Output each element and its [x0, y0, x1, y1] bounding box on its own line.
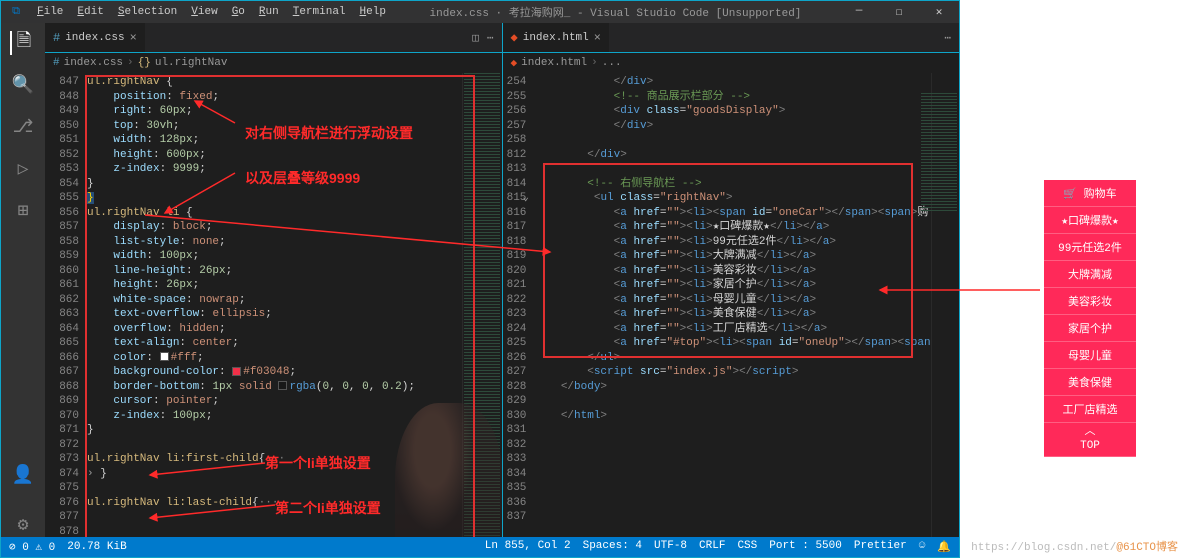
menu-selection[interactable]: Selection: [112, 4, 183, 20]
editor-actions[interactable]: ⋯: [936, 23, 959, 52]
search-icon[interactable]: 🔍: [11, 73, 35, 97]
code-lines[interactable]: </div> <!-- 商品展示栏部分 --> <div class="good…: [534, 73, 930, 537]
feedback-icon[interactable]: ☺: [919, 540, 926, 554]
window-controls[interactable]: — ☐ ✕: [839, 5, 959, 19]
tab-bar-left[interactable]: # index.css × ◫⋯: [45, 23, 502, 53]
menu-terminal[interactable]: Terminal: [287, 4, 352, 20]
nav-item[interactable]: ★口碑爆款★: [1044, 207, 1136, 234]
tab-bar-right[interactable]: ◆ index.html × ⋯: [503, 23, 960, 53]
tab-close-icon[interactable]: ×: [130, 31, 137, 45]
html-file-icon: ◆: [511, 30, 518, 45]
activity-bar[interactable]: 🗎 🔍 ⎇ ▷ ⊞ 👤 ⚙: [1, 23, 45, 537]
editor-actions[interactable]: ◫⋯: [464, 23, 501, 52]
tab-close-icon[interactable]: ×: [594, 31, 601, 45]
status-spaces[interactable]: Spaces: 4: [583, 540, 642, 554]
breadcrumb-symbol[interactable]: ...: [602, 57, 622, 69]
source-control-icon[interactable]: ⎇: [11, 115, 35, 139]
explorer-icon[interactable]: 🗎: [10, 31, 34, 55]
breadcrumb-file[interactable]: index.html: [521, 57, 587, 69]
watermark: https://blog.csdn.net/@61CTO博客: [971, 538, 1178, 554]
breadcrumb-left[interactable]: # index.css › {} ul.rightNav: [45, 53, 502, 73]
split-icon[interactable]: ◫: [472, 31, 479, 45]
code-editor-right[interactable]: 254 255 256 257 258 812 813 814 815 816 …: [503, 73, 960, 537]
status-language[interactable]: CSS: [737, 540, 757, 554]
menu-go[interactable]: Go: [226, 4, 251, 20]
editor-pane-left: # index.css × ◫⋯ # index.css › {} ul.rig…: [45, 23, 503, 537]
extensions-icon[interactable]: ⊞: [11, 199, 35, 223]
nav-item[interactable]: 工厂店精选: [1044, 396, 1136, 423]
status-encoding[interactable]: UTF-8: [654, 540, 687, 554]
line-numbers: 254 255 256 257 258 812 813 814 815 816 …: [503, 73, 535, 537]
html-file-icon: ◆: [511, 56, 518, 70]
nav-item[interactable]: 美食保健: [1044, 369, 1136, 396]
editor-pane-right: ◆ index.html × ⋯ ◆ index.html › ... 254 …: [503, 23, 960, 537]
title-bar: ⧉ FileEditSelectionViewGoRunTerminalHelp…: [1, 1, 959, 23]
nav-item[interactable]: 母婴儿童: [1044, 342, 1136, 369]
nav-item[interactable]: 🛒 购物车: [1044, 180, 1136, 207]
bell-icon[interactable]: 🔔: [937, 540, 951, 554]
minimize-icon[interactable]: —: [839, 5, 879, 19]
nav-item[interactable]: 美容彩妆: [1044, 288, 1136, 315]
status-filesize: 20.78 KiB: [67, 541, 126, 553]
vscode-window: ⧉ FileEditSelectionViewGoRunTerminalHelp…: [0, 0, 960, 558]
menu-edit[interactable]: Edit: [71, 4, 109, 20]
nav-item[interactable]: 99元任选2件: [1044, 234, 1136, 261]
editor-area: # index.css × ◫⋯ # index.css › {} ul.rig…: [45, 23, 959, 537]
css-file-icon: #: [53, 31, 60, 45]
menu-view[interactable]: View: [185, 4, 223, 20]
status-eol[interactable]: CRLF: [699, 540, 725, 554]
nav-item-top[interactable]: ︿TOP: [1044, 423, 1136, 457]
right-nav-preview: 🛒 购物车★口碑爆款★99元任选2件大牌满减美容彩妆家居个护母婴儿童美食保健工厂…: [1044, 180, 1136, 457]
status-problems[interactable]: ⊘ 0 ⚠ 0: [9, 540, 55, 554]
status-prettier[interactable]: Prettier: [854, 540, 907, 554]
tab-label: index.html: [523, 32, 589, 44]
account-icon[interactable]: 👤: [11, 463, 35, 487]
code-lines[interactable]: ul.rightNav { position: fixed; right: 60…: [87, 73, 462, 537]
status-cursor[interactable]: Ln 855, Col 2: [485, 540, 571, 554]
tab-index-css[interactable]: # index.css ×: [45, 23, 146, 52]
minimap[interactable]: [931, 73, 959, 537]
more-icon[interactable]: ⋯: [944, 31, 951, 45]
breadcrumb-file[interactable]: index.css: [64, 57, 123, 69]
debug-icon[interactable]: ▷: [11, 157, 35, 181]
settings-gear-icon[interactable]: ⚙: [11, 513, 35, 537]
menu-bar[interactable]: FileEditSelectionViewGoRunTerminalHelp: [31, 4, 392, 20]
status-port[interactable]: Port : 5500: [769, 540, 842, 554]
css-file-icon: #: [53, 57, 60, 69]
tab-label: index.css: [65, 32, 124, 44]
tab-index-html[interactable]: ◆ index.html ×: [503, 23, 610, 52]
bracket-icon: {}: [138, 57, 151, 69]
breadcrumb-symbol[interactable]: ul.rightNav: [155, 57, 228, 69]
nav-item[interactable]: 家居个护: [1044, 315, 1136, 342]
status-bar[interactable]: ⊘ 0 ⚠ 0 20.78 KiB Ln 855, Col 2 Spaces: …: [1, 537, 959, 557]
line-numbers: 847 848 849 850 851 852 853 854 855 856 …: [45, 73, 87, 537]
menu-run[interactable]: Run: [253, 4, 285, 20]
menu-file[interactable]: File: [31, 4, 69, 20]
code-editor-left[interactable]: 847 848 849 850 851 852 853 854 855 856 …: [45, 73, 502, 537]
maximize-icon[interactable]: ☐: [879, 5, 919, 19]
nav-item[interactable]: 大牌满减: [1044, 261, 1136, 288]
minimap[interactable]: [462, 73, 502, 537]
window-title: index.css · 考拉海购网_ - Visual Studio Code …: [392, 4, 839, 20]
close-icon[interactable]: ✕: [919, 5, 959, 19]
breadcrumb-right[interactable]: ◆ index.html › ...: [503, 53, 960, 73]
more-icon[interactable]: ⋯: [487, 31, 494, 45]
vscode-logo-icon: ⧉: [1, 6, 31, 18]
menu-help[interactable]: Help: [354, 4, 392, 20]
